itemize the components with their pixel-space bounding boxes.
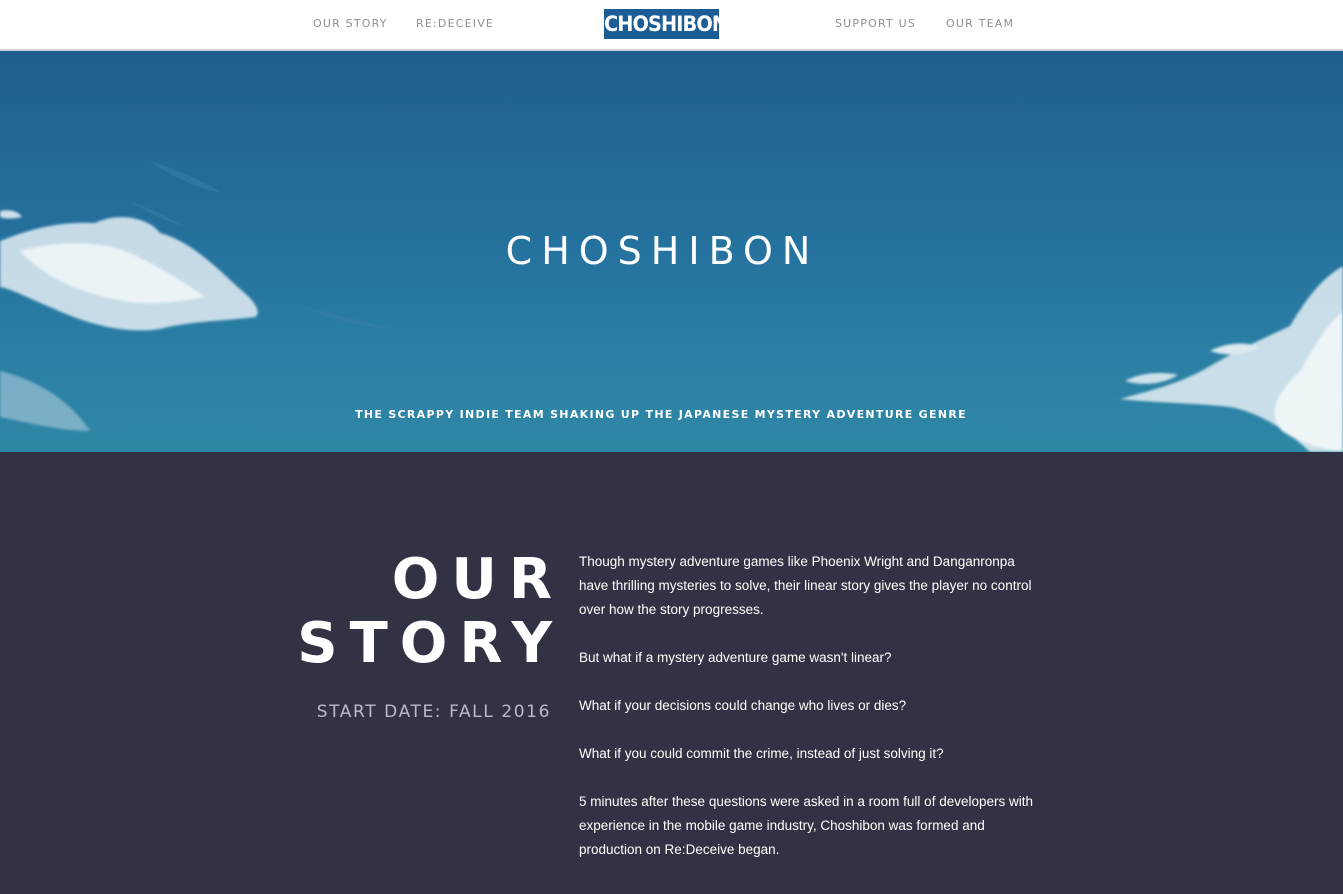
start-date-label: START DATE: FALL 2016 bbox=[316, 702, 551, 722]
hero-tagline: THE SCRAPPY INDIE TEAM SHAKING UP THE JA… bbox=[355, 408, 967, 421]
hero-title: CHOSHIBON bbox=[505, 229, 820, 273]
story-paragraph: Though mystery adventure games like Phoe… bbox=[579, 554, 1032, 617]
heading-line-story: STORY bbox=[297, 611, 564, 676]
nav-link-our-team[interactable]: OUR TEAM bbox=[946, 17, 1014, 30]
nav-link-our-story[interactable]: OUR STORY bbox=[313, 17, 388, 30]
story-paragraph: But what if a mystery adventure game was… bbox=[579, 650, 892, 665]
heading-line-our: OUR bbox=[391, 547, 564, 612]
story-paragraph: 5 minutes after these questions were ask… bbox=[579, 794, 1033, 857]
site-logo[interactable]: CHOSHIBON bbox=[604, 9, 728, 39]
story-paragraph: What if your decisions could change who … bbox=[579, 698, 907, 713]
our-story-heading: OUR STORY bbox=[244, 548, 564, 676]
story-body: Though mystery adventure games like Phoe… bbox=[579, 550, 1039, 886]
story-paragraph: What if you could commit the crime, inst… bbox=[579, 746, 944, 761]
nav-link-re-deceive[interactable]: RE:DECEIVE bbox=[416, 17, 494, 30]
top-navigation: OUR STORY RE:DECEIVE CHOSHIBON SUPPORT U… bbox=[0, 0, 1343, 51]
hero-banner: CHOSHIBON THE SCRAPPY INDIE TEAM SHAKING… bbox=[0, 51, 1343, 452]
our-story-section: OUR STORY START DATE: FALL 2016 Though m… bbox=[0, 452, 1343, 894]
nav-link-support-us[interactable]: SUPPORT US bbox=[835, 17, 916, 30]
